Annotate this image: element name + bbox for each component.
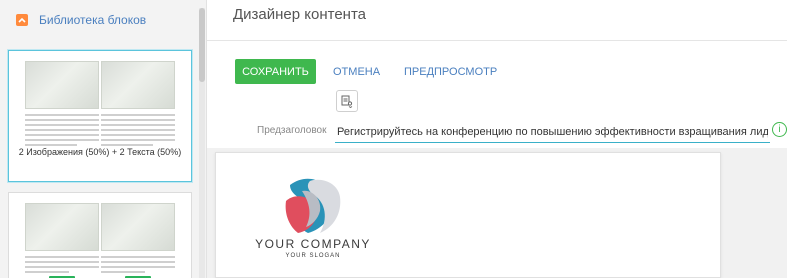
info-icon[interactable]: i (772, 122, 787, 137)
header-divider (207, 40, 787, 41)
preheader-input[interactable] (335, 121, 770, 143)
save-button[interactable]: СОХРАНИТЬ (235, 59, 316, 84)
chevron-up-icon[interactable] (16, 14, 28, 26)
sidebar-scrollbar[interactable] (199, 8, 205, 278)
company-name: YOUR COMPANY (255, 237, 371, 251)
preheader-label: Предзаголовок (257, 125, 327, 136)
sidebar-scrollbar-thumb[interactable] (199, 8, 205, 82)
block-library-panel: Библиотека блоков 2 Изображения (50%) + … (0, 0, 207, 278)
page-settings-icon[interactable] (336, 90, 358, 112)
company-logo-icon (285, 178, 341, 233)
block-library-title: Библиотека блоков (39, 13, 147, 27)
block-card-label: 2 Изображения (50%) + 2 Текста (50%) (18, 147, 182, 157)
block-library-header: Библиотека блоков (0, 0, 200, 40)
company-logo-block[interactable]: YOUR COMPANY YOUR SLOGAN (253, 175, 373, 265)
email-canvas: YOUR COMPANY YOUR SLOGAN (215, 152, 721, 278)
block-card-two-images-two-texts-buttons[interactable] (8, 192, 192, 278)
block-preview (25, 61, 175, 149)
company-slogan: YOUR SLOGAN (285, 253, 341, 259)
block-card-two-images-two-texts[interactable]: 2 Изображения (50%) + 2 Текста (50%) (8, 50, 192, 182)
preview-button[interactable]: ПРЕДПРОСМОТР (404, 59, 497, 84)
cancel-button[interactable]: ОТМЕНА (333, 59, 380, 84)
block-preview (25, 203, 175, 278)
page-title: Дизайнер контента (233, 6, 367, 23)
